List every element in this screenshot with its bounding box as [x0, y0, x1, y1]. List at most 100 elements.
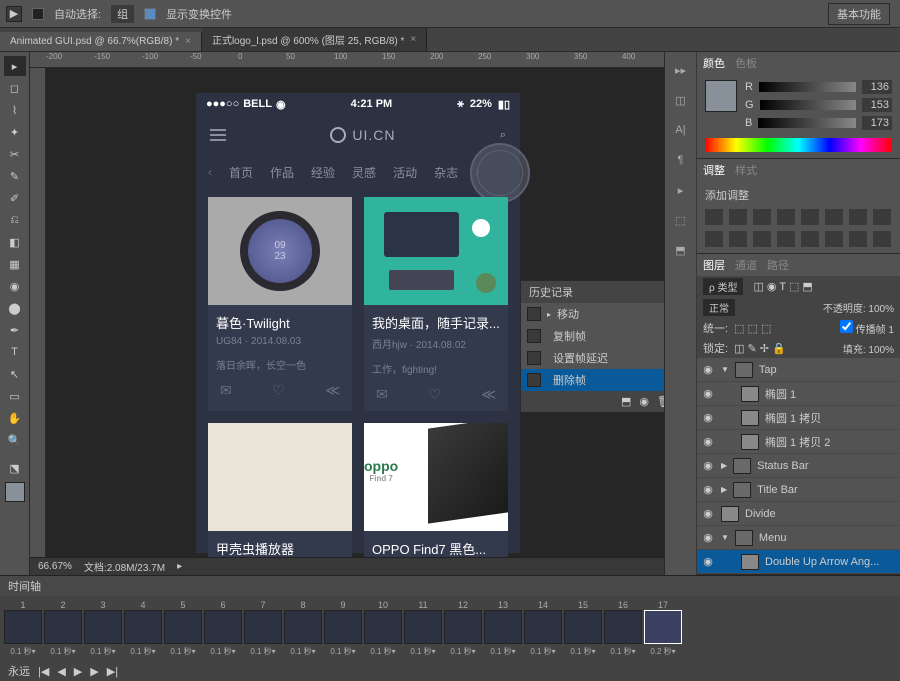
actions-icon[interactable]: ▸ — [671, 180, 691, 200]
visibility-icon[interactable]: ◉ — [701, 507, 715, 520]
foreground-color[interactable] — [5, 482, 25, 502]
adj-icon[interactable] — [777, 231, 795, 247]
timeline-frame[interactable]: 140.1 秒▾ — [524, 600, 562, 657]
b-slider[interactable] — [758, 118, 856, 128]
timeline-frame[interactable]: 150.1 秒▾ — [564, 600, 602, 657]
visibility-icon[interactable]: ◉ — [701, 531, 715, 544]
color-swap[interactable]: ⬔ — [4, 458, 26, 478]
histogram-icon[interactable]: ◫ — [671, 90, 691, 110]
nav-icon[interactable]: ▸▸ — [671, 60, 691, 80]
blend-mode[interactable]: 正常 — [703, 299, 735, 316]
layer-row[interactable]: ◉椭圆 1 — [697, 382, 900, 406]
adj-icon[interactable] — [849, 231, 867, 247]
disclosure-icon[interactable]: ▶ — [721, 485, 727, 494]
dodge-tool[interactable]: ⬤ — [4, 298, 26, 318]
timeline-frame[interactable]: 170.2 秒▾ — [644, 600, 682, 657]
timeline-frame[interactable]: 100.1 秒▾ — [364, 600, 402, 657]
last-frame-icon[interactable]: ▶| — [107, 665, 118, 678]
adj-icon[interactable] — [849, 209, 867, 225]
char-icon[interactable]: A| — [671, 120, 691, 140]
adj-icon[interactable] — [873, 209, 891, 225]
zoom-tool[interactable]: 🔍 — [4, 430, 26, 450]
adjust-tab[interactable]: 调整 — [703, 162, 725, 178]
timeline-frame[interactable]: 130.1 秒▾ — [484, 600, 522, 657]
blur-tool[interactable]: ◉ — [4, 276, 26, 296]
color-swatch[interactable] — [705, 80, 737, 112]
camera-icon[interactable]: ◉ — [639, 395, 649, 408]
timeline-frame[interactable]: 20.1 秒▾ — [44, 600, 82, 657]
visibility-icon[interactable]: ◉ — [701, 555, 715, 568]
adj-icon[interactable] — [777, 209, 795, 225]
swatches-tab[interactable]: 色板 — [735, 55, 757, 71]
timeline-frame[interactable]: 160.1 秒▾ — [604, 600, 642, 657]
show-controls-checkbox[interactable] — [144, 8, 156, 20]
layer-row[interactable]: ◉Double Up Arrow Ang... — [697, 550, 900, 574]
document-tab-2[interactable]: 正式logo_l.psd @ 600% (图层 25, RGB/8) * × — [202, 28, 427, 51]
move-tool[interactable]: ▸ — [4, 56, 26, 76]
adj-icon[interactable] — [753, 209, 771, 225]
trash-icon[interactable]: 🗑 — [657, 395, 664, 408]
type-tool[interactable]: T — [4, 342, 26, 362]
close-icon[interactable]: × — [410, 34, 416, 45]
document-tab-1[interactable]: Animated GUI.psd @ 66.7%(RGB/8) * × — [0, 32, 202, 51]
play-icon[interactable]: ▶ — [74, 665, 82, 678]
layer-row[interactable]: ◉椭圆 1 拷贝 — [697, 406, 900, 430]
color-tab[interactable]: 颜色 — [703, 55, 725, 71]
visibility-icon[interactable]: ◉ — [701, 459, 715, 472]
wand-tool[interactable]: ✦ — [4, 122, 26, 142]
layers-tab[interactable]: 图层 — [703, 257, 725, 273]
paths-tab[interactable]: 路径 — [767, 257, 789, 273]
layer-row[interactable]: ◉椭圆 1 拷贝 2 — [697, 430, 900, 454]
loop-dropdown[interactable]: 永远 — [8, 663, 30, 679]
zoom-level[interactable]: 66.67% — [38, 561, 72, 572]
history-item[interactable]: 设置帧延迟 — [521, 347, 664, 369]
prop-icon[interactable]: ⬚ — [671, 210, 691, 230]
history-item[interactable]: 复制帧 — [521, 325, 664, 347]
lasso-tool[interactable]: ⌇ — [4, 100, 26, 120]
hand-tool[interactable]: ✋ — [4, 408, 26, 428]
channels-tab[interactable]: 通道 — [735, 257, 757, 273]
close-icon[interactable]: × — [185, 36, 191, 47]
fill-value[interactable]: 100% — [868, 345, 894, 356]
shape-tool[interactable]: ▭ — [4, 386, 26, 406]
layer-row[interactable]: ◉Divide — [697, 502, 900, 526]
adj-icon[interactable] — [873, 231, 891, 247]
layer-row[interactable]: ◉Double Up Arrow Ang... — [697, 574, 900, 575]
adj-icon[interactable] — [729, 209, 747, 225]
r-value[interactable]: 136 — [862, 80, 892, 94]
g-slider[interactable] — [760, 100, 856, 110]
timeline-frame[interactable]: 40.1 秒▾ — [124, 600, 162, 657]
layer-row[interactable]: ◉▶Title Bar — [697, 478, 900, 502]
disclosure-icon[interactable]: ▶ — [721, 461, 727, 470]
adj-icon[interactable] — [705, 231, 723, 247]
opacity-value[interactable]: 100% — [868, 304, 894, 315]
b-value[interactable]: 173 — [862, 116, 892, 130]
history-item[interactable]: ▸移动 — [521, 303, 664, 325]
adj-icon[interactable] — [825, 209, 843, 225]
styles-tab[interactable]: 样式 — [735, 162, 757, 178]
disclosure-icon[interactable]: ▼ — [721, 533, 729, 542]
adj-icon[interactable] — [729, 231, 747, 247]
info-icon[interactable]: ⬒ — [671, 240, 691, 260]
filter-type[interactable]: ρ 类型 — [703, 278, 743, 295]
adj-icon[interactable] — [801, 231, 819, 247]
auto-select-checkbox[interactable] — [32, 8, 44, 20]
adj-icon[interactable] — [705, 209, 723, 225]
eraser-tool[interactable]: ◧ — [4, 232, 26, 252]
path-tool[interactable]: ↖ — [4, 364, 26, 384]
timeline-frame[interactable]: 60.1 秒▾ — [204, 600, 242, 657]
timeline-frame[interactable]: 120.1 秒▾ — [444, 600, 482, 657]
workspace-switcher[interactable]: 基本功能 — [828, 3, 890, 25]
timeline-frame[interactable]: 110.1 秒▾ — [404, 600, 442, 657]
timeline-frame[interactable]: 30.1 秒▾ — [84, 600, 122, 657]
first-frame-icon[interactable]: |◀ — [38, 665, 49, 678]
para-icon[interactable]: ¶ — [671, 150, 691, 170]
timeline-frame[interactable]: 70.1 秒▾ — [244, 600, 282, 657]
visibility-icon[interactable]: ◉ — [701, 387, 715, 400]
adj-icon[interactable] — [753, 231, 771, 247]
pen-tool[interactable]: ✒ — [4, 320, 26, 340]
adj-icon[interactable] — [825, 231, 843, 247]
layer-row[interactable]: ◉▼Menu — [697, 526, 900, 550]
prev-frame-icon[interactable]: ◀ — [57, 665, 65, 678]
history-item[interactable]: 删除帧 — [521, 369, 664, 391]
